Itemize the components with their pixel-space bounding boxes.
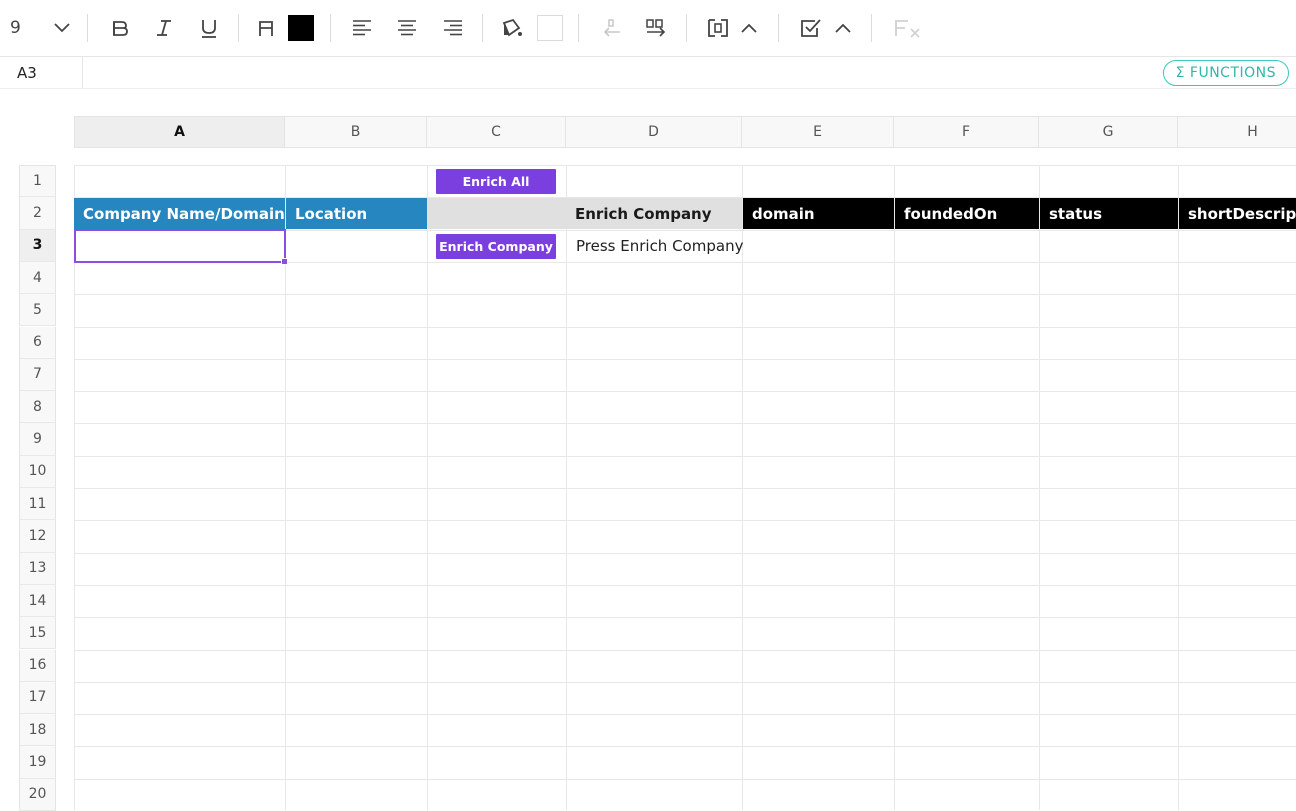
grid-hline xyxy=(74,455,1296,457)
row-header-13[interactable]: 13 xyxy=(19,552,56,585)
cell-e2-header[interactable]: domain xyxy=(743,198,894,229)
grid-hline xyxy=(74,391,1296,393)
functions-button[interactable]: Σ FUNCTIONS xyxy=(1162,60,1289,86)
row-header-11[interactable]: 11 xyxy=(19,488,56,521)
grid-hline xyxy=(74,584,1296,586)
row-header-17[interactable]: 17 xyxy=(19,681,56,715)
grid-hline xyxy=(74,520,1296,522)
grid-hline xyxy=(74,714,1296,716)
row-header-15[interactable]: 15 xyxy=(19,617,56,650)
row-header-8[interactable]: 8 xyxy=(19,391,56,424)
font-size-value[interactable]: 9 xyxy=(10,14,34,42)
row-header-7[interactable]: 7 xyxy=(19,358,56,392)
toolbar: 9 xyxy=(0,0,1296,57)
row-header-10[interactable]: 10 xyxy=(19,455,56,488)
chevron-up-icon[interactable] xyxy=(738,14,760,42)
grid-hline xyxy=(74,165,1296,166)
column-header-h[interactable]: H xyxy=(1178,116,1296,148)
grid-hline xyxy=(74,649,1296,651)
grid-hline xyxy=(74,294,1296,296)
grid-hline xyxy=(74,488,1296,489)
cell-f2-header[interactable]: foundedOn xyxy=(895,198,1039,229)
row-header-3[interactable]: 3 xyxy=(19,229,56,262)
grid-hline xyxy=(74,746,1296,748)
text-color-swatch[interactable] xyxy=(288,15,314,41)
row-header-6[interactable]: 6 xyxy=(19,326,56,359)
cell-d2-header[interactable]: Enrich Company xyxy=(566,198,742,229)
column-header-g[interactable]: G xyxy=(1039,116,1178,148)
chevron-up-icon[interactable] xyxy=(832,14,854,42)
clear-format-icon[interactable] xyxy=(892,14,924,42)
column-header-f[interactable]: F xyxy=(894,116,1039,148)
grid-hline xyxy=(74,552,1296,554)
row-header-18[interactable]: 18 xyxy=(19,714,56,747)
row-header-9[interactable]: 9 xyxy=(19,423,56,456)
grid-hline xyxy=(74,358,1296,360)
grid-hline xyxy=(74,617,1296,619)
row-header-5[interactable]: 5 xyxy=(19,294,56,327)
grid-hline xyxy=(74,778,1296,780)
insert-right-icon[interactable] xyxy=(643,14,669,42)
fill-color-swatch[interactable] xyxy=(537,15,563,41)
cell-reference[interactable]: A3 xyxy=(0,57,83,88)
cell-a2-header[interactable]: Company Name/Domain* xyxy=(74,198,285,229)
align-left-icon[interactable] xyxy=(350,14,374,42)
checkbox-icon[interactable] xyxy=(799,14,823,42)
grid-vline xyxy=(1039,165,1040,810)
column-header-d[interactable]: D xyxy=(566,116,742,148)
fill-color-swatch-fill xyxy=(537,15,563,41)
column-header-b[interactable]: B xyxy=(285,116,427,148)
bold-icon[interactable] xyxy=(108,14,132,42)
text-color-swatch-fill xyxy=(288,15,314,41)
grid-hline xyxy=(74,326,1296,328)
underline-icon[interactable] xyxy=(197,14,221,42)
fill-color-icon[interactable] xyxy=(499,14,525,42)
column-header-c[interactable]: C xyxy=(427,116,566,148)
row-header-16[interactable]: 16 xyxy=(19,649,56,682)
grid-vline xyxy=(427,165,428,810)
grid-hline xyxy=(74,423,1296,425)
row-header-19[interactable]: 19 xyxy=(19,746,56,779)
row-header-20[interactable]: 20 xyxy=(19,778,56,811)
fill-handle[interactable] xyxy=(281,258,288,265)
insert-left-icon[interactable] xyxy=(598,14,624,42)
row-header-14[interactable]: 14 xyxy=(19,584,56,618)
merge-cells-icon[interactable] xyxy=(705,14,731,42)
cell-b2-header[interactable]: Location xyxy=(286,198,427,229)
row-header-12[interactable]: 12 xyxy=(19,520,56,553)
italic-icon[interactable] xyxy=(152,14,176,42)
selected-cell-a3[interactable] xyxy=(74,229,286,263)
grid-vline xyxy=(894,165,895,810)
formula-bar: A3 Σ FUNCTIONS xyxy=(0,57,1296,89)
row-header-1[interactable]: 1 xyxy=(19,165,56,198)
enrich-company-button[interactable]: Enrich Company xyxy=(436,234,556,259)
chevron-down-icon[interactable] xyxy=(50,14,74,42)
row-header-4[interactable]: 4 xyxy=(19,261,56,295)
grid-hline xyxy=(74,681,1296,683)
text-color-icon[interactable] xyxy=(254,14,278,42)
cell-d3-text[interactable]: Press Enrich Company xyxy=(566,230,743,262)
grid-vline xyxy=(1178,165,1179,810)
cell-g2-header[interactable]: status xyxy=(1040,198,1178,229)
cell-h2-header[interactable]: shortDescription xyxy=(1179,198,1296,229)
column-header-a[interactable]: A xyxy=(74,116,285,148)
row-header-2[interactable]: 2 xyxy=(19,197,56,230)
align-center-icon[interactable] xyxy=(395,14,419,42)
enrich-all-button[interactable]: Enrich All xyxy=(436,169,556,194)
column-header-e[interactable]: E xyxy=(742,116,894,148)
cell-c2-header[interactable] xyxy=(427,198,566,229)
align-right-icon[interactable] xyxy=(441,14,465,42)
